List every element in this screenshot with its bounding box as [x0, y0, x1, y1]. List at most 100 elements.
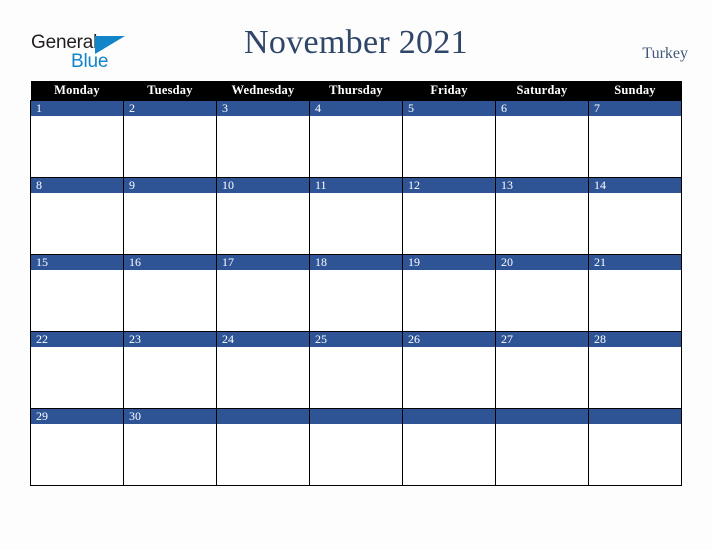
day-notes-area[interactable]	[31, 424, 123, 485]
day-notes-area[interactable]	[496, 424, 588, 485]
day-number: 26	[403, 332, 495, 347]
calendar-week-row: 1 2 3 4 5 6 7	[30, 100, 682, 178]
day-cell-empty[interactable]	[495, 408, 589, 486]
weekday-header-friday: Friday	[402, 81, 496, 101]
day-number: 20	[496, 255, 588, 270]
calendar-week-row: 8 9 10 11 12 13 14	[30, 177, 682, 255]
day-cell[interactable]: 24	[216, 331, 310, 409]
day-notes-area[interactable]	[310, 424, 402, 485]
day-notes-area[interactable]	[217, 347, 309, 408]
day-notes-area[interactable]	[124, 424, 216, 485]
day-number: 12	[403, 178, 495, 193]
calendar-week-row: 22 23 24 25 26 27 28	[30, 331, 682, 409]
day-cell[interactable]: 12	[402, 177, 496, 255]
day-cell[interactable]: 28	[588, 331, 682, 409]
day-notes-area[interactable]	[124, 270, 216, 331]
day-number: 21	[589, 255, 681, 270]
day-notes-area[interactable]	[31, 193, 123, 254]
day-cell[interactable]: 11	[309, 177, 403, 255]
day-notes-area[interactable]	[589, 193, 681, 254]
calendar-week-row: 15 16 17 18 19 20 21	[30, 254, 682, 332]
day-number: 4	[310, 101, 402, 116]
day-cell[interactable]: 18	[309, 254, 403, 332]
day-cell[interactable]: 19	[402, 254, 496, 332]
day-number: 28	[589, 332, 681, 347]
day-number: 9	[124, 178, 216, 193]
day-notes-area[interactable]	[403, 347, 495, 408]
day-notes-area[interactable]	[496, 193, 588, 254]
day-cell-empty[interactable]	[402, 408, 496, 486]
day-cell-empty[interactable]	[216, 408, 310, 486]
day-notes-area[interactable]	[217, 270, 309, 331]
day-notes-area[interactable]	[124, 193, 216, 254]
day-number: 14	[589, 178, 681, 193]
day-notes-area[interactable]	[217, 424, 309, 485]
day-notes-area[interactable]	[496, 116, 588, 177]
day-cell[interactable]: 6	[495, 100, 589, 178]
day-cell[interactable]: 8	[30, 177, 124, 255]
day-cell-empty[interactable]	[309, 408, 403, 486]
day-cell[interactable]: 2	[123, 100, 217, 178]
day-cell[interactable]: 26	[402, 331, 496, 409]
day-notes-area[interactable]	[310, 116, 402, 177]
day-number: 16	[124, 255, 216, 270]
day-cell[interactable]: 16	[123, 254, 217, 332]
day-number	[217, 409, 309, 424]
day-notes-area[interactable]	[124, 116, 216, 177]
day-number: 25	[310, 332, 402, 347]
day-notes-area[interactable]	[217, 116, 309, 177]
day-notes-area[interactable]	[589, 270, 681, 331]
day-number	[310, 409, 402, 424]
day-number: 24	[217, 332, 309, 347]
day-number: 27	[496, 332, 588, 347]
day-cell[interactable]: 17	[216, 254, 310, 332]
day-notes-area[interactable]	[403, 116, 495, 177]
day-number: 11	[310, 178, 402, 193]
day-cell-empty[interactable]	[588, 408, 682, 486]
day-cell[interactable]: 14	[588, 177, 682, 255]
day-cell[interactable]: 29	[30, 408, 124, 486]
day-cell[interactable]: 5	[402, 100, 496, 178]
day-cell[interactable]: 15	[30, 254, 124, 332]
day-number: 1	[31, 101, 123, 116]
day-notes-area[interactable]	[217, 193, 309, 254]
day-number: 10	[217, 178, 309, 193]
day-cell[interactable]: 30	[123, 408, 217, 486]
day-notes-area[interactable]	[403, 424, 495, 485]
day-notes-area[interactable]	[589, 116, 681, 177]
day-number: 6	[496, 101, 588, 116]
day-notes-area[interactable]	[403, 270, 495, 331]
day-cell[interactable]: 20	[495, 254, 589, 332]
day-notes-area[interactable]	[31, 347, 123, 408]
weekday-header-tuesday: Tuesday	[123, 81, 217, 101]
day-cell[interactable]: 7	[588, 100, 682, 178]
day-cell[interactable]: 21	[588, 254, 682, 332]
day-cell[interactable]: 1	[30, 100, 124, 178]
day-notes-area[interactable]	[31, 116, 123, 177]
day-notes-area[interactable]	[403, 193, 495, 254]
day-cell[interactable]: 27	[495, 331, 589, 409]
day-cell[interactable]: 13	[495, 177, 589, 255]
day-notes-area[interactable]	[310, 347, 402, 408]
day-number: 8	[31, 178, 123, 193]
day-notes-area[interactable]	[496, 347, 588, 408]
day-number: 19	[403, 255, 495, 270]
day-notes-area[interactable]	[31, 270, 123, 331]
weekday-header-sunday: Sunday	[588, 81, 682, 101]
day-notes-area[interactable]	[124, 347, 216, 408]
day-cell[interactable]: 4	[309, 100, 403, 178]
weekday-header-monday: Monday	[30, 81, 124, 101]
day-notes-area[interactable]	[310, 193, 402, 254]
day-number: 23	[124, 332, 216, 347]
day-notes-area[interactable]	[496, 270, 588, 331]
day-cell[interactable]: 25	[309, 331, 403, 409]
day-cell[interactable]: 9	[123, 177, 217, 255]
day-cell[interactable]: 22	[30, 331, 124, 409]
day-cell[interactable]: 10	[216, 177, 310, 255]
day-number: 29	[31, 409, 123, 424]
day-cell[interactable]: 3	[216, 100, 310, 178]
day-cell[interactable]: 23	[123, 331, 217, 409]
day-notes-area[interactable]	[589, 424, 681, 485]
day-notes-area[interactable]	[310, 270, 402, 331]
day-notes-area[interactable]	[589, 347, 681, 408]
